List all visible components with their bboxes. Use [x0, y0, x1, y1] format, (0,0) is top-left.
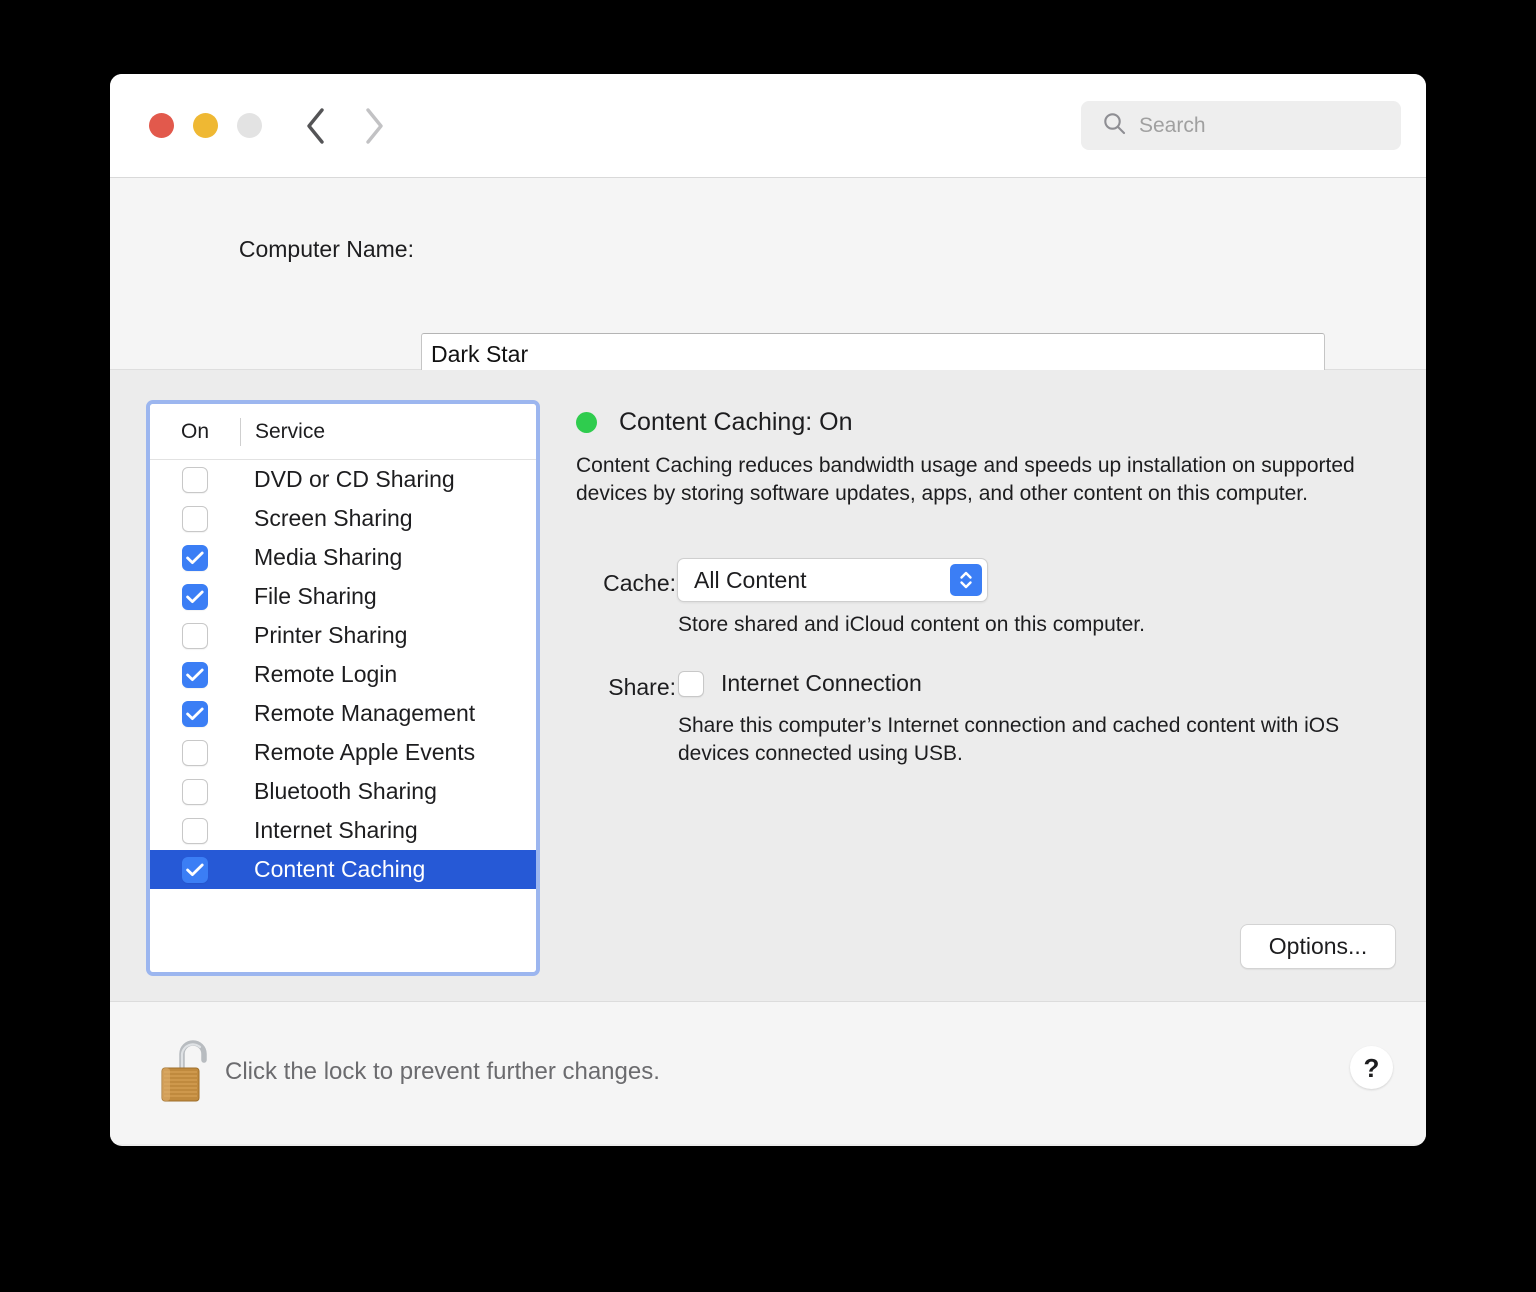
service-row[interactable]: Remote Apple Events [150, 733, 536, 772]
service-row[interactable]: File Sharing [150, 577, 536, 616]
service-name-label: File Sharing [254, 583, 377, 609]
status-badge: Content Caching: On [619, 408, 853, 436]
service-checkbox-cell [150, 778, 240, 805]
service-row[interactable]: Content Caching [150, 850, 536, 889]
service-checkbox-cell [150, 700, 240, 727]
service-enabled-checkbox[interactable] [182, 817, 208, 844]
service-checkbox-cell [150, 739, 240, 766]
service-name-label: Content Caching [254, 856, 426, 882]
service-name-label: DVD or CD Sharing [254, 466, 455, 492]
service-name-label: Media Sharing [254, 544, 403, 570]
service-enabled-checkbox[interactable] [182, 856, 208, 883]
column-header-on: On [180, 419, 209, 443]
service-checkbox-cell [150, 817, 240, 844]
service-row[interactable]: Remote Login [150, 655, 536, 694]
service-checkbox-cell [150, 466, 240, 493]
close-button[interactable] [149, 113, 174, 138]
cache-label: Cache: [603, 570, 676, 596]
service-row[interactable]: Remote Management [150, 694, 536, 733]
service-name-label: Bluetooth Sharing [254, 778, 437, 804]
service-list-header: On Service [150, 404, 536, 460]
service-enabled-checkbox[interactable] [182, 583, 208, 610]
bottom-bar: Click the lock to prevent further change… [110, 1002, 1426, 1144]
service-row[interactable]: Internet Sharing [150, 811, 536, 850]
service-name-label: Printer Sharing [254, 622, 408, 648]
status-indicator-dot [576, 412, 597, 433]
computer-name-label: Computer Name: [238, 236, 414, 262]
search-field[interactable] [1081, 101, 1401, 150]
service-checkbox-cell [150, 583, 240, 610]
share-label: Share: [608, 674, 676, 700]
service-enabled-checkbox[interactable] [182, 700, 208, 727]
navigation-arrows [303, 106, 387, 146]
help-button[interactable]: ? [1350, 1046, 1393, 1089]
service-enabled-checkbox[interactable] [182, 739, 208, 766]
back-arrow-icon[interactable] [303, 106, 329, 146]
service-name-label: Remote Login [254, 661, 398, 687]
cache-help-text: Store shared and iCloud content on this … [678, 613, 1145, 636]
service-checkbox-cell [150, 505, 240, 532]
service-enabled-checkbox[interactable] [182, 505, 208, 532]
cache-selected-value: All Content [694, 566, 807, 593]
options-button[interactable]: Options... [1240, 924, 1396, 969]
service-name-label: Screen Sharing [254, 505, 413, 531]
cache-dropdown[interactable]: All Content [677, 558, 988, 602]
share-internet-connection-checkbox-row[interactable]: Internet Connection [678, 670, 922, 697]
service-checkbox-cell [150, 622, 240, 649]
service-enabled-checkbox[interactable] [182, 661, 208, 688]
computer-name-input[interactable] [421, 333, 1325, 375]
zoom-button[interactable] [237, 113, 262, 138]
service-row[interactable]: Screen Sharing [150, 499, 536, 538]
service-list-container: On Service DVD or CD Sharing Screen Shari… [146, 400, 540, 976]
service-enabled-checkbox[interactable] [182, 622, 208, 649]
titlebar: Sharing [110, 74, 1426, 219]
service-enabled-checkbox[interactable] [182, 544, 208, 571]
service-description: Content Caching reduces bandwidth usage … [576, 454, 1355, 506]
service-name-label: Remote Management [254, 700, 476, 726]
search-input[interactable] [1139, 113, 1379, 138]
service-list[interactable]: On Service DVD or CD Sharing Screen Shari… [150, 404, 536, 972]
service-name-label: Remote Apple Events [254, 739, 476, 765]
service-checkbox-cell [150, 544, 240, 571]
system-preferences-window: Sharing Computer Name: Computers on your… [110, 74, 1426, 1146]
lock-status-text: Click the lock to prevent further change… [225, 1058, 660, 1085]
service-rows: DVD or CD Sharing Screen Sharing Media Sha… [150, 460, 536, 889]
share-internet-connection-checkbox[interactable] [678, 670, 704, 697]
main-content: On Service DVD or CD Sharing Screen Shari… [110, 370, 1426, 1002]
share-checkbox-label: Internet Connection [721, 670, 922, 696]
service-checkbox-cell [150, 856, 240, 883]
service-row[interactable]: DVD or CD Sharing [150, 460, 536, 499]
traffic-light-buttons [149, 113, 262, 138]
service-row[interactable]: Media Sharing [150, 538, 536, 577]
share-help-text: Share this computer’s Internet connectio… [678, 714, 1340, 766]
unlocked-padlock-icon[interactable] [158, 1035, 216, 1105]
chevron-updown-icon[interactable] [950, 564, 982, 596]
minimize-button[interactable] [193, 113, 218, 138]
service-row[interactable]: Bluetooth Sharing [150, 772, 536, 811]
service-status: Content Caching: On [576, 408, 852, 437]
service-name-label: Internet Sharing [254, 817, 418, 843]
search-icon [1102, 111, 1127, 141]
service-enabled-checkbox[interactable] [182, 466, 208, 493]
forward-arrow-icon[interactable] [361, 106, 387, 146]
computer-name-section: Computer Name: Computers on your local n… [110, 178, 1426, 437]
service-row[interactable]: Printer Sharing [150, 616, 536, 655]
service-checkbox-cell [150, 661, 240, 688]
service-enabled-checkbox[interactable] [182, 778, 208, 805]
column-header-service: Service [255, 419, 326, 443]
